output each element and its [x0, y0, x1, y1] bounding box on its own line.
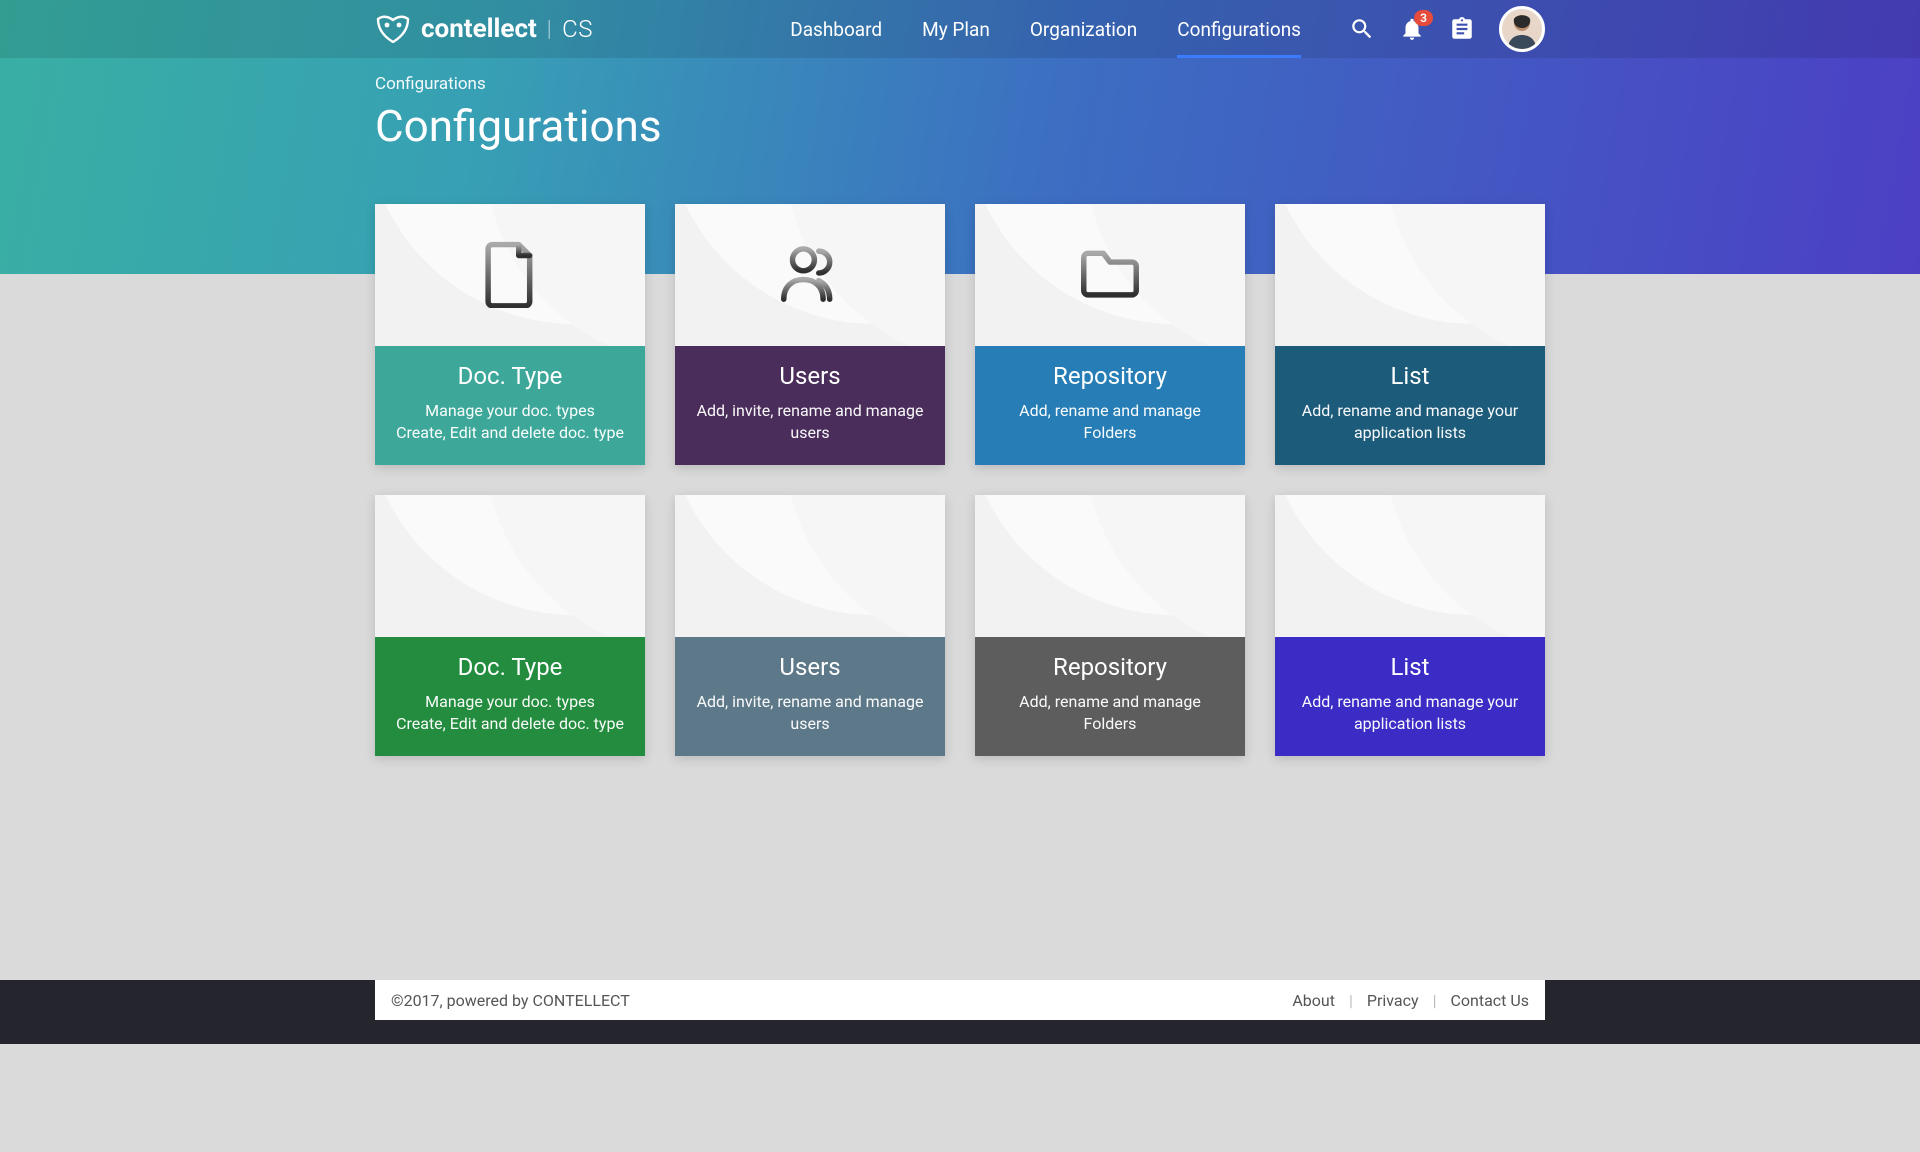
card-title: Users — [693, 362, 927, 390]
search-button[interactable] — [1349, 16, 1375, 42]
card-illustration — [375, 204, 645, 346]
card-description: Add, rename and manage Folders — [993, 400, 1227, 443]
page-title: Configurations — [375, 100, 1545, 152]
config-card[interactable]: Users Add, invite, rename and manage user… — [675, 204, 945, 465]
topbar: contellect | CS Dashboard My Plan Organi… — [0, 0, 1920, 58]
nav-configurations[interactable]: Configurations — [1177, 0, 1301, 58]
config-card[interactable]: Repository Add, rename and manage Folders — [975, 204, 1245, 465]
card-illustration — [975, 204, 1245, 346]
clipboard-icon — [1449, 16, 1475, 42]
card-description: Manage your doc. typesCreate, Edit and d… — [393, 691, 627, 734]
card-description: Add, rename and manage Folders — [993, 691, 1227, 734]
footer-bar: ©2017, powered by CONTELLECT About | Pri… — [0, 980, 1920, 1044]
config-card[interactable]: Repository Add, rename and manage Folders — [975, 495, 1245, 756]
notifications-button[interactable]: 3 — [1399, 16, 1425, 42]
config-card[interactable]: Doc. Type Manage your doc. typesCreate, E… — [375, 204, 645, 465]
avatar-person-icon — [1502, 9, 1542, 49]
brand-suffix: CS — [562, 15, 593, 43]
card-illustration — [1275, 495, 1545, 637]
main-nav: Dashboard My Plan Organization Configura… — [790, 0, 1301, 58]
owl-logo-icon — [375, 15, 411, 43]
user-avatar[interactable] — [1499, 6, 1545, 52]
card-title: List — [1293, 653, 1527, 681]
brand-name: contellect — [421, 14, 537, 44]
folder-icon — [1075, 238, 1145, 312]
card-illustration — [675, 495, 945, 637]
footer-about[interactable]: About — [1292, 991, 1335, 1010]
card-title: Repository — [993, 653, 1227, 681]
card-illustration — [675, 204, 945, 346]
nav-dashboard[interactable]: Dashboard — [790, 0, 882, 58]
nav-my-plan[interactable]: My Plan — [922, 0, 990, 58]
search-icon — [1349, 16, 1375, 42]
card-description: Add, invite, rename and manage users — [693, 691, 927, 734]
card-description: Manage your doc. typesCreate, Edit and d… — [393, 400, 627, 443]
list-icon — [1375, 238, 1445, 312]
card-title: Repository — [993, 362, 1227, 390]
card-illustration — [1275, 204, 1545, 346]
cards-grid: Doc. Type Manage your doc. typesCreate, E… — [375, 204, 1545, 756]
config-card[interactable]: Users Add, invite, rename and manage user… — [675, 495, 945, 756]
breadcrumb: Configurations — [375, 74, 1545, 94]
card-illustration — [375, 495, 645, 637]
config-card[interactable]: List Add, rename and manage your applicat… — [1275, 495, 1545, 756]
brand-logo[interactable]: contellect | CS — [375, 14, 593, 44]
config-card[interactable]: List Add, rename and manage your applicat… — [1275, 204, 1545, 465]
card-title: Doc. Type — [393, 362, 627, 390]
card-description: Add, rename and manage your application … — [1293, 691, 1527, 734]
config-card[interactable]: Doc. Type Manage your doc. typesCreate, E… — [375, 495, 645, 756]
users-icon — [775, 238, 845, 312]
clipboard-button[interactable] — [1449, 16, 1475, 42]
card-title: List — [1293, 362, 1527, 390]
footer-copyright: ©2017, powered by CONTELLECT — [391, 991, 630, 1010]
nav-organization[interactable]: Organization — [1030, 0, 1137, 58]
card-description: Add, invite, rename and manage users — [693, 400, 927, 443]
notifications-badge: 3 — [1414, 10, 1433, 26]
card-illustration — [975, 495, 1245, 637]
document-icon — [475, 238, 545, 312]
footer-contact[interactable]: Contact Us — [1450, 991, 1529, 1010]
card-title: Doc. Type — [393, 653, 627, 681]
card-description: Add, rename and manage your application … — [1293, 400, 1527, 443]
footer-privacy[interactable]: Privacy — [1367, 991, 1419, 1010]
card-title: Users — [693, 653, 927, 681]
